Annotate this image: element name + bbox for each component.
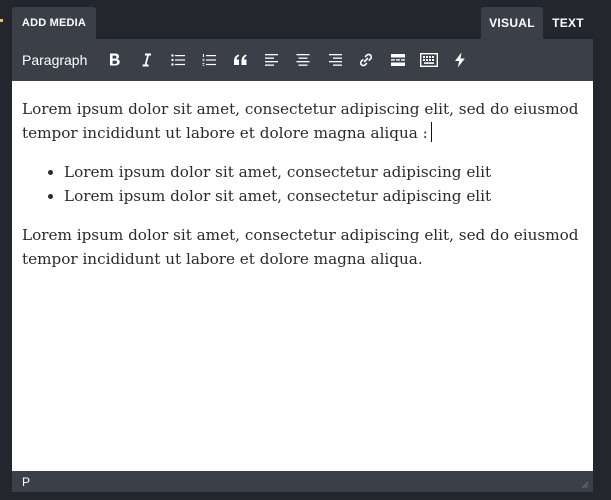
toolbar-toggle-button[interactable] bbox=[413, 46, 444, 74]
element-path[interactable]: P bbox=[22, 475, 30, 489]
align-right-icon bbox=[328, 54, 342, 66]
bullet-list-icon bbox=[171, 54, 185, 66]
paragraph: Lorem ipsum dolor sit amet, consectetur … bbox=[22, 226, 579, 268]
italic-button[interactable] bbox=[131, 46, 162, 74]
blockquote-button[interactable] bbox=[225, 46, 256, 74]
add-media-button[interactable]: ADD MEDIA bbox=[12, 7, 96, 39]
paragraph-text: Lorem ipsum dolor sit amet, consectetur … bbox=[22, 100, 579, 142]
list-item: Lorem ipsum dolor sit amet, consectetur … bbox=[64, 160, 583, 184]
resize-handle-icon[interactable] bbox=[579, 479, 589, 489]
paragraph: Lorem ipsum dolor sit amet, consectetur … bbox=[22, 97, 583, 145]
link-button[interactable] bbox=[351, 46, 382, 74]
align-left-button[interactable] bbox=[256, 46, 287, 74]
numbered-list-icon bbox=[202, 54, 217, 66]
bold-icon bbox=[110, 53, 120, 66]
bold-button[interactable] bbox=[99, 46, 130, 74]
toolbar-toggle-icon bbox=[419, 53, 438, 67]
bullet-list-button[interactable] bbox=[162, 46, 193, 74]
align-center-button[interactable] bbox=[288, 46, 319, 74]
align-right-button[interactable] bbox=[319, 46, 350, 74]
link-icon bbox=[360, 53, 373, 67]
bullet-list: Lorem ipsum dolor sit amet, consectetur … bbox=[22, 160, 583, 208]
status-bar: P bbox=[12, 471, 593, 492]
format-select[interactable]: Paragraph bbox=[22, 48, 87, 72]
read-more-button[interactable] bbox=[382, 46, 413, 74]
bolt-icon bbox=[455, 52, 466, 68]
editor-toolbar: Paragraph bbox=[12, 39, 593, 81]
italic-icon bbox=[143, 53, 152, 67]
align-center-icon bbox=[296, 54, 310, 66]
text-cursor bbox=[430, 122, 433, 142]
blockquote-icon bbox=[234, 54, 247, 65]
accent-marker bbox=[0, 19, 3, 22]
numbered-list-button[interactable] bbox=[194, 46, 225, 74]
editor-content[interactable]: Lorem ipsum dolor sit amet, consectetur … bbox=[12, 81, 593, 471]
bolt-button[interactable] bbox=[445, 46, 476, 74]
tab-text[interactable]: TEXT bbox=[543, 7, 593, 39]
read-more-icon bbox=[390, 54, 405, 66]
tab-visual[interactable]: VISUAL bbox=[481, 7, 543, 39]
align-left-icon bbox=[265, 54, 279, 66]
list-item: Lorem ipsum dolor sit amet, consectetur … bbox=[64, 184, 583, 208]
